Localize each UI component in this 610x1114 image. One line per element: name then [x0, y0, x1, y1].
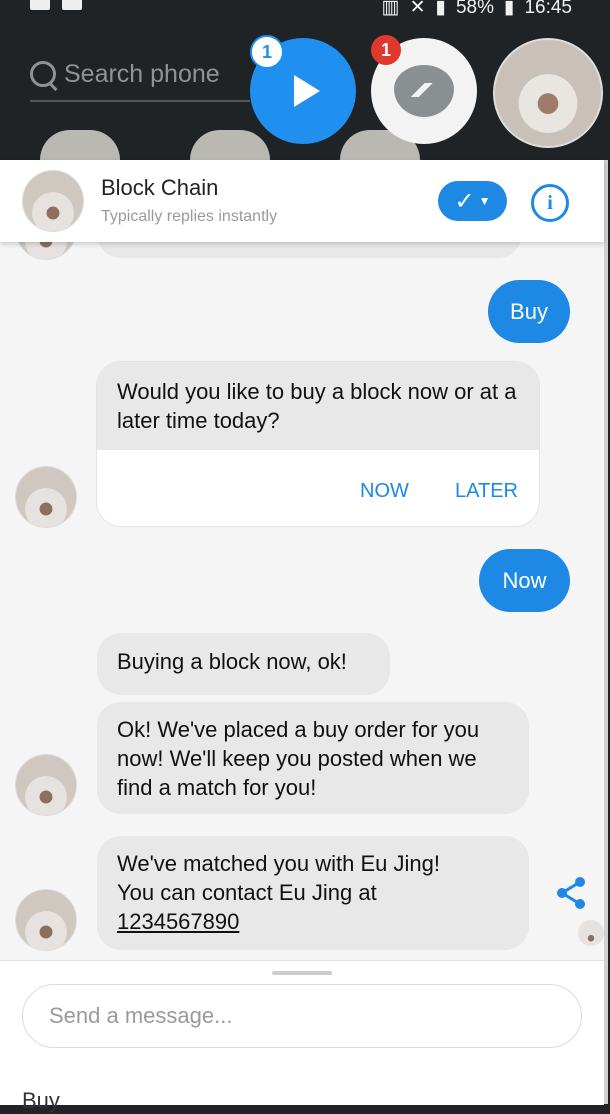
- bot-question: Would you like to buy a block now or at …: [97, 362, 539, 450]
- message-placeholder: Send a message...: [49, 1003, 233, 1028]
- message-input[interactable]: Send a message...: [22, 984, 582, 1048]
- quick-reply-card: Would you like to buy a block now or at …: [97, 362, 539, 526]
- contact-name: Block Chain: [101, 175, 219, 200]
- messenger-badge: 1: [371, 35, 401, 65]
- home-search-bar[interactable]: Search phone: [30, 48, 250, 102]
- read-receipt-avatar: [578, 920, 604, 946]
- user-message: Buy: [488, 280, 570, 343]
- status-bar: ▥ ✕ ▮ 58% ▮ 16:45: [0, 0, 610, 22]
- option-now-button[interactable]: NOW: [360, 480, 409, 503]
- bot-message: Buying a block now, ok!: [97, 633, 390, 695]
- chat-header: Block Chain Typically replies instantly …: [0, 160, 604, 242]
- app-folder[interactable]: [190, 130, 270, 160]
- contact-chat-head[interactable]: [493, 38, 603, 148]
- signal-icon: ▮: [435, 0, 446, 18]
- bot-message: Ok! We've placed a buy order for you now…: [97, 702, 529, 814]
- battery-level: 58%: [455, 0, 494, 18]
- drag-handle[interactable]: [272, 971, 332, 975]
- mute-icon: ✕: [409, 0, 426, 18]
- bot-message: We've matched you with Eu Jing! You can …: [97, 836, 529, 950]
- chat-panel: Block Chain Typically replies instantly …: [0, 160, 608, 1113]
- match-line-2: You can contact Eu Jing at: [117, 880, 377, 905]
- info-icon[interactable]: i: [531, 184, 569, 222]
- option-later-button[interactable]: LATER: [455, 480, 518, 503]
- home-search-placeholder: Search phone: [64, 59, 220, 88]
- avatar: [15, 754, 77, 816]
- home-app-folders: [40, 130, 420, 160]
- cast-icon: ▥: [381, 0, 400, 18]
- clock: 16:45: [524, 0, 572, 18]
- avatar: [15, 889, 77, 951]
- composer: Send a message... Buy: [0, 960, 604, 1113]
- check-dropdown-button[interactable]: ✓ ▼: [438, 181, 507, 221]
- check-icon: ✓: [454, 187, 475, 215]
- phone-link[interactable]: 1234567890: [117, 907, 509, 936]
- user-message: Now: [479, 549, 570, 612]
- messenger-icon: [394, 65, 454, 117]
- battery-icon: ▮: [503, 0, 515, 18]
- chevron-down-icon: ▼: [478, 194, 491, 208]
- play-badge: 1: [250, 35, 284, 69]
- match-line-1: We've matched you with Eu Jing!: [117, 851, 440, 876]
- share-icon[interactable]: [555, 876, 587, 910]
- avatar[interactable]: [22, 170, 84, 232]
- clipboard-icon: [62, 0, 82, 10]
- contact-status: Typically replies instantly: [101, 208, 278, 225]
- play-icon: [294, 75, 320, 107]
- search-icon: [30, 61, 56, 87]
- avatar: [15, 466, 77, 528]
- video-icon: [30, 0, 50, 10]
- app-folder[interactable]: [40, 130, 120, 160]
- quick-reply-buy[interactable]: Buy: [22, 1088, 60, 1114]
